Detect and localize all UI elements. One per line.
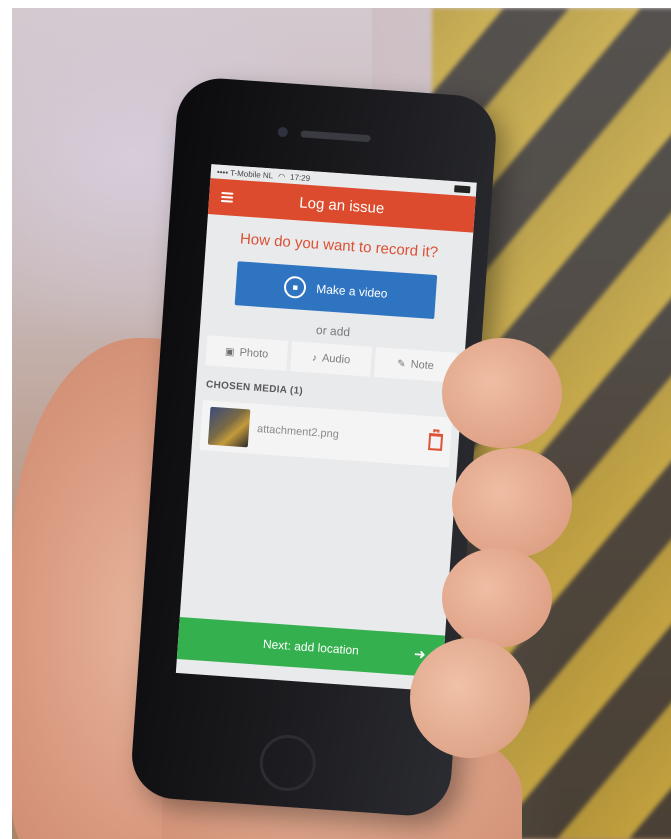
make-video-label: Make a video — [315, 281, 388, 301]
page-title: Log an issue — [298, 193, 385, 217]
carrier-label: •••• T-Mobile NL — [216, 167, 274, 180]
phone-screen: •••• T-Mobile NL ◠ 17:29 Log an issue Ho… — [175, 164, 477, 692]
audio-label: Audio — [321, 352, 351, 367]
next-add-location-button[interactable]: Next: add location ➜ — [176, 617, 446, 678]
record-question: How do you want to record it? — [239, 230, 439, 262]
photo-label: Photo — [239, 346, 269, 361]
finger — [442, 548, 552, 648]
make-video-button[interactable]: ■ Make a video — [234, 261, 438, 320]
microphone-icon: ♪ — [311, 352, 318, 364]
thumb — [410, 638, 530, 758]
video-camera-icon: ■ — [283, 275, 308, 300]
earpiece-speaker — [300, 130, 371, 143]
wifi-icon: ◠ — [277, 171, 286, 181]
finger — [452, 448, 572, 558]
camera-icon: ▣ — [224, 346, 235, 358]
note-label: Note — [410, 358, 435, 373]
attachment-filename: attachment2.png — [256, 423, 340, 441]
home-button[interactable] — [257, 733, 318, 793]
attachment-thumbnail[interactable] — [207, 406, 251, 448]
finger — [442, 338, 562, 448]
add-audio-button[interactable]: ♪ Audio — [289, 341, 373, 377]
battery-icon — [454, 184, 471, 193]
pencil-icon: ✎ — [396, 358, 407, 370]
photo-background: •••• T-Mobile NL ◠ 17:29 Log an issue Ho… — [12, 8, 671, 839]
hamburger-menu-icon[interactable] — [220, 191, 234, 203]
attachment-row: attachment2.png — [199, 400, 453, 468]
next-button-label: Next: add location — [262, 636, 360, 658]
trash-icon[interactable] — [428, 432, 444, 451]
add-photo-button[interactable]: ▣ Photo — [205, 335, 288, 371]
front-camera — [277, 126, 289, 138]
status-time: 17:29 — [289, 172, 311, 183]
